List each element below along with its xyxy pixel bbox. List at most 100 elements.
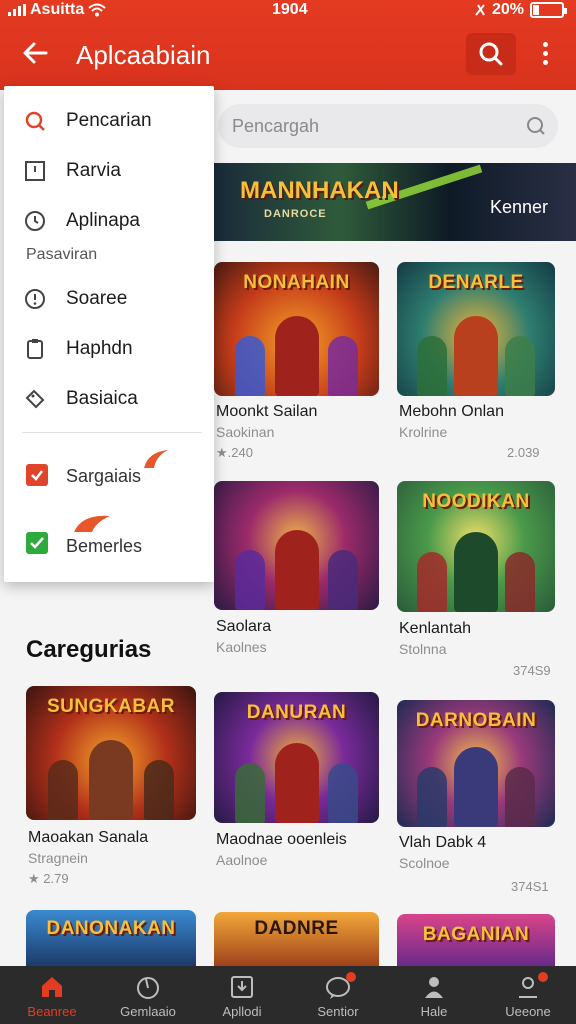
checkbox-sargaiais[interactable] — [26, 464, 48, 486]
nav-label: Sentior — [317, 1004, 359, 1019]
game-subtitle: Krolrine — [399, 424, 448, 440]
game-thumbnail[interactable]: BAGANIAN — [397, 914, 555, 966]
battery-percent: 20% — [491, 1, 524, 18]
clock-icon — [25, 211, 45, 231]
game-meta: 374S9 — [513, 663, 551, 678]
menu-item-label: Haphdn — [66, 338, 133, 359]
nav-label: Ueeone — [505, 1004, 551, 1019]
search-bar[interactable] — [218, 104, 558, 148]
more-options-button[interactable] — [538, 42, 552, 68]
wifi-icon — [88, 3, 106, 17]
menu-item-soaree[interactable]: Soaree — [4, 278, 214, 318]
game-thumbnail: SUNGKABAR — [26, 686, 196, 820]
nav-label: Beanree — [27, 1004, 77, 1019]
carrier-label: Asuitta — [30, 1, 85, 18]
menu-item-label: Basiaica — [66, 388, 138, 409]
game-art-title: DANONAKAN — [46, 918, 176, 939]
menu-item-rarvia[interactable]: Rarvia — [4, 150, 214, 190]
menu-item-aplinapa[interactable]: Aplinapa — [4, 200, 214, 240]
game-name: Mebohn Onlan — [399, 403, 504, 420]
game-card[interactable]: DENARLE Mebohn Onlan Krolrine 2.039 — [397, 262, 567, 462]
flame-icon — [74, 515, 110, 532]
back-button[interactable] — [20, 38, 52, 70]
game-art-title: DADNRE — [254, 918, 339, 939]
category-card[interactable]: DANURAN Maodnae ooenleis Aaolnoe — [214, 692, 384, 882]
game-thumbnail — [214, 481, 379, 610]
banner-title: MANNHAKAN — [240, 177, 399, 204]
menu-item-label: Pencarian — [66, 110, 152, 131]
home-icon — [42, 977, 62, 997]
x-mark-icon — [31, 470, 43, 481]
game-meta: 374S1 — [511, 879, 549, 894]
carrier: Asuitta — [8, 1, 106, 19]
signal-icon — [8, 4, 26, 16]
menu-item-basiaica[interactable]: Basiaica — [4, 378, 214, 418]
search-icon — [25, 111, 45, 131]
search-icon[interactable] — [526, 116, 546, 136]
game-name: Maodnae ooenleis — [216, 831, 347, 848]
nav-gemlaaio[interactable]: Gemlaaio — [100, 966, 196, 1024]
game-rating: ★ 2.79 — [28, 871, 69, 886]
nav-sentior[interactable]: Sentior — [290, 966, 386, 1024]
game-subtitle: Stolnna — [399, 641, 447, 657]
section-title-categories: Caregurias — [26, 636, 152, 663]
game-card[interactable]: Saolara Kaolnes — [214, 481, 384, 661]
checkbox-label: Bemerles — [66, 536, 143, 556]
nav-label: Hale — [420, 1004, 448, 1019]
game-name: Vlah Dabk 4 — [399, 834, 487, 851]
search-icon — [479, 42, 503, 66]
game-card[interactable]: NONAHAIN Moonkt Sailan Saokinan ★.240 — [214, 262, 384, 462]
game-name: Kenlantah — [399, 620, 472, 637]
game-rating: ★.240 — [216, 445, 253, 460]
menu-item-pencarian[interactable]: Pencarian — [4, 100, 214, 140]
game-art-title: SUNGKABAR — [47, 696, 175, 717]
arrow-left-icon — [23, 42, 48, 64]
menu-item-label: Rarvia — [66, 160, 121, 181]
game-art-title: DANURAN — [246, 702, 347, 723]
bottom-navigation: Beanree Gemlaaio Apllodi Sentior Hale Ue… — [0, 966, 576, 1024]
game-art-title: NOODIKAN — [422, 491, 530, 512]
game-thumbnail: DENARLE — [397, 262, 555, 396]
search-button[interactable] — [466, 33, 516, 75]
nav-apllodi[interactable]: Apllodi — [194, 966, 290, 1024]
game-subtitle: Aaolnoe — [216, 852, 268, 868]
game-subtitle: Stragnein — [28, 850, 88, 866]
tag-icon — [25, 389, 45, 409]
battery-icon — [530, 2, 567, 18]
nav-hale[interactable]: Hale — [386, 966, 482, 1024]
game-thumbnail[interactable]: DANONAKAN — [26, 910, 196, 966]
menu-divider — [22, 432, 202, 433]
search-input[interactable] — [232, 104, 512, 148]
game-thumbnail[interactable]: DADNRE — [214, 912, 379, 966]
nav-home[interactable]: Beanree — [4, 966, 100, 1024]
category-card[interactable]: SUNGKABAR Maoakan Sanala Stragnein ★ 2.7… — [26, 686, 198, 896]
game-thumbnail: NONAHAIN — [214, 262, 379, 396]
game-art-title: DENARLE — [428, 272, 524, 293]
nav-ueeone[interactable]: Ueeone — [480, 966, 576, 1024]
game-art-title: NONAHAIN — [243, 272, 350, 293]
menu-item-haphdn[interactable]: Haphdn — [4, 328, 214, 368]
battery-fill — [533, 5, 539, 15]
category-card[interactable]: DARNOBAIN Vlah Dabk 4 Scolnoe 374S1 — [397, 700, 567, 900]
dropdown-menu: Pencarian Rarvia Aplinapa Pasaviran Soar… — [4, 86, 214, 582]
top-app-bar: Asuitta 1904 20% Aplcaabiain — [0, 0, 576, 90]
check-icon — [30, 537, 44, 549]
timer-icon — [137, 977, 159, 999]
download-box-icon — [231, 976, 253, 998]
game-card[interactable]: NOODIKAN Kenlantah Stolnna 374S9 — [397, 481, 567, 681]
checkbox-bemerles[interactable] — [26, 532, 48, 554]
alarm-icon — [475, 4, 485, 16]
status-bar: Asuitta 1904 20% — [0, 0, 576, 22]
window-icon — [25, 161, 45, 181]
notification-badge — [346, 972, 356, 982]
banner-tag: Kenner — [489, 197, 548, 217]
game-subtitle: Scolnoe — [399, 855, 450, 871]
flame-icon — [144, 450, 168, 468]
game-art-title: BAGANIAN — [422, 924, 530, 945]
menu-item-label: Soaree — [66, 288, 128, 309]
game-subtitle: Kaolnes — [216, 639, 267, 655]
nav-label: Apllodi — [222, 1004, 262, 1019]
featured-banner[interactable]: MANNHAKAN DANROCE Kenner — [214, 163, 576, 241]
banner-subtitle: DANROCE — [264, 208, 327, 220]
game-name: Moonkt Sailan — [216, 403, 318, 420]
